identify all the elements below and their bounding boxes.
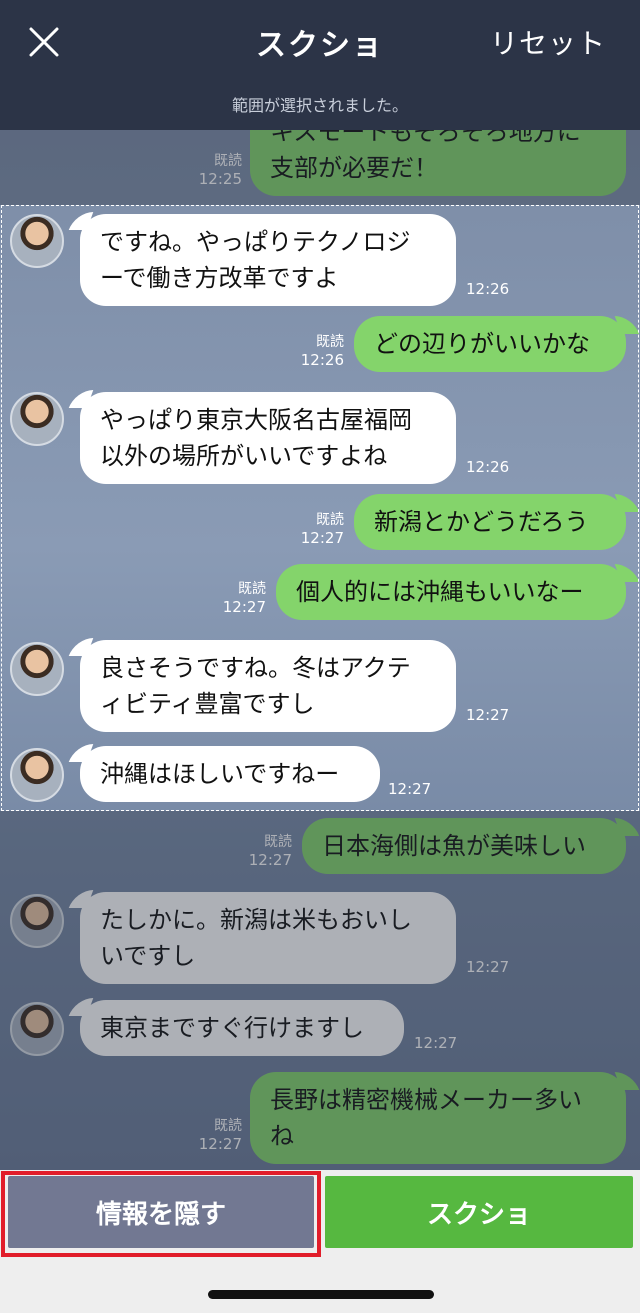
avatar[interactable] bbox=[10, 642, 64, 696]
message-meta: 既読 12:26 bbox=[300, 334, 344, 369]
chat-area[interactable]: 既読 12:25 キスモートもそろそろ地方に 支部が必要だ！ ですね。やっぱりテクノ… bbox=[0, 130, 640, 1170]
message-time: 12:26 bbox=[466, 458, 510, 476]
avatar[interactable] bbox=[10, 392, 64, 446]
message-time: 12:26 bbox=[466, 280, 510, 298]
message-bubble[interactable]: どの辺りがいいかな bbox=[354, 316, 626, 372]
avatar[interactable] bbox=[10, 214, 64, 268]
home-indicator bbox=[208, 1290, 434, 1299]
message-bubble[interactable]: 沖縄はほしいですねー bbox=[80, 746, 380, 802]
hide-info-button[interactable]: 情報を隠す bbox=[8, 1176, 314, 1248]
message-bubble[interactable]: ですね。やっぱりテクノロジ ーで働き方改革ですよ bbox=[80, 214, 456, 306]
message-time: 12:27 bbox=[466, 706, 510, 724]
message-bubble[interactable]: 良さそうですね。冬はアクテ ィビティ豊富ですし bbox=[80, 640, 456, 732]
reset-button[interactable]: リセット bbox=[490, 22, 606, 62]
avatar[interactable] bbox=[10, 748, 64, 802]
message-meta: 既読 12:27 bbox=[300, 512, 344, 547]
message-bubble[interactable]: やっぱり東京大阪名古屋福岡 以外の場所がいいですよね bbox=[80, 392, 456, 484]
message-bubble[interactable]: 新潟とかどうだろう bbox=[354, 494, 626, 550]
message-bubble[interactable]: 個人的には沖縄もいいなー bbox=[276, 564, 626, 620]
unselected-overlay bbox=[0, 130, 640, 205]
screenshot-button[interactable]: スクショ bbox=[325, 1176, 633, 1248]
message-time: 12:27 bbox=[388, 780, 432, 798]
footer-bar: 情報を隠す スクショ bbox=[0, 1170, 640, 1313]
unselected-overlay bbox=[0, 811, 640, 1170]
header: スクショ リセット 範囲が選択されました。 bbox=[0, 0, 640, 130]
message-meta: 既読 12:27 bbox=[222, 581, 266, 616]
selection-status: 範囲が選択されました。 bbox=[231, 96, 408, 115]
